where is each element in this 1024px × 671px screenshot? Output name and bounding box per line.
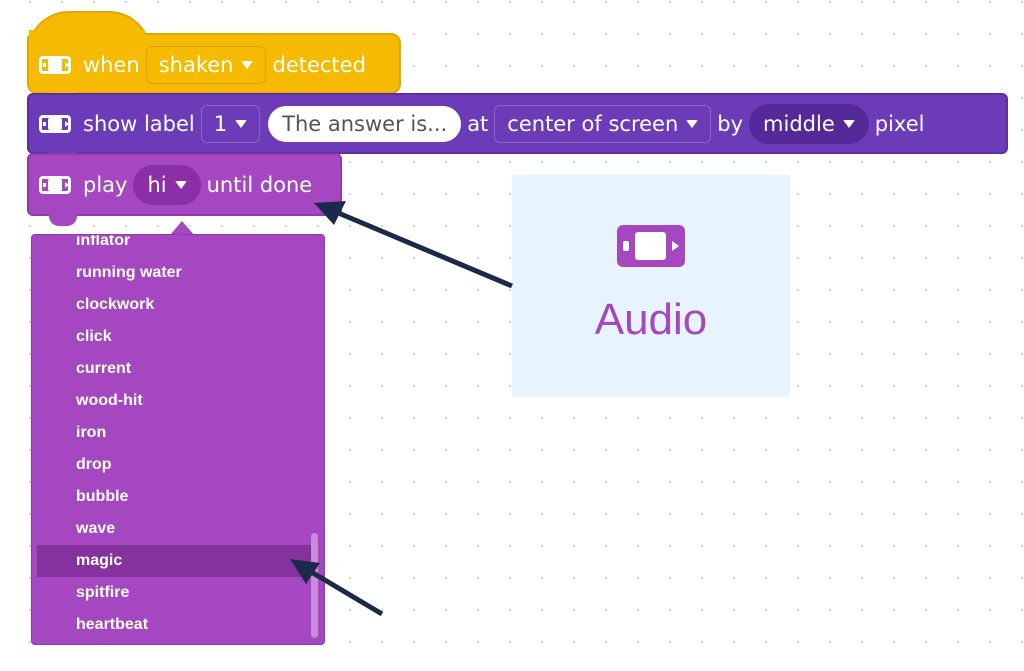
arrow-head-icon [290,559,320,584]
arrow-to-magic [306,567,384,617]
arrow-to-play-block [335,209,513,289]
annotation-arrows [290,201,513,617]
